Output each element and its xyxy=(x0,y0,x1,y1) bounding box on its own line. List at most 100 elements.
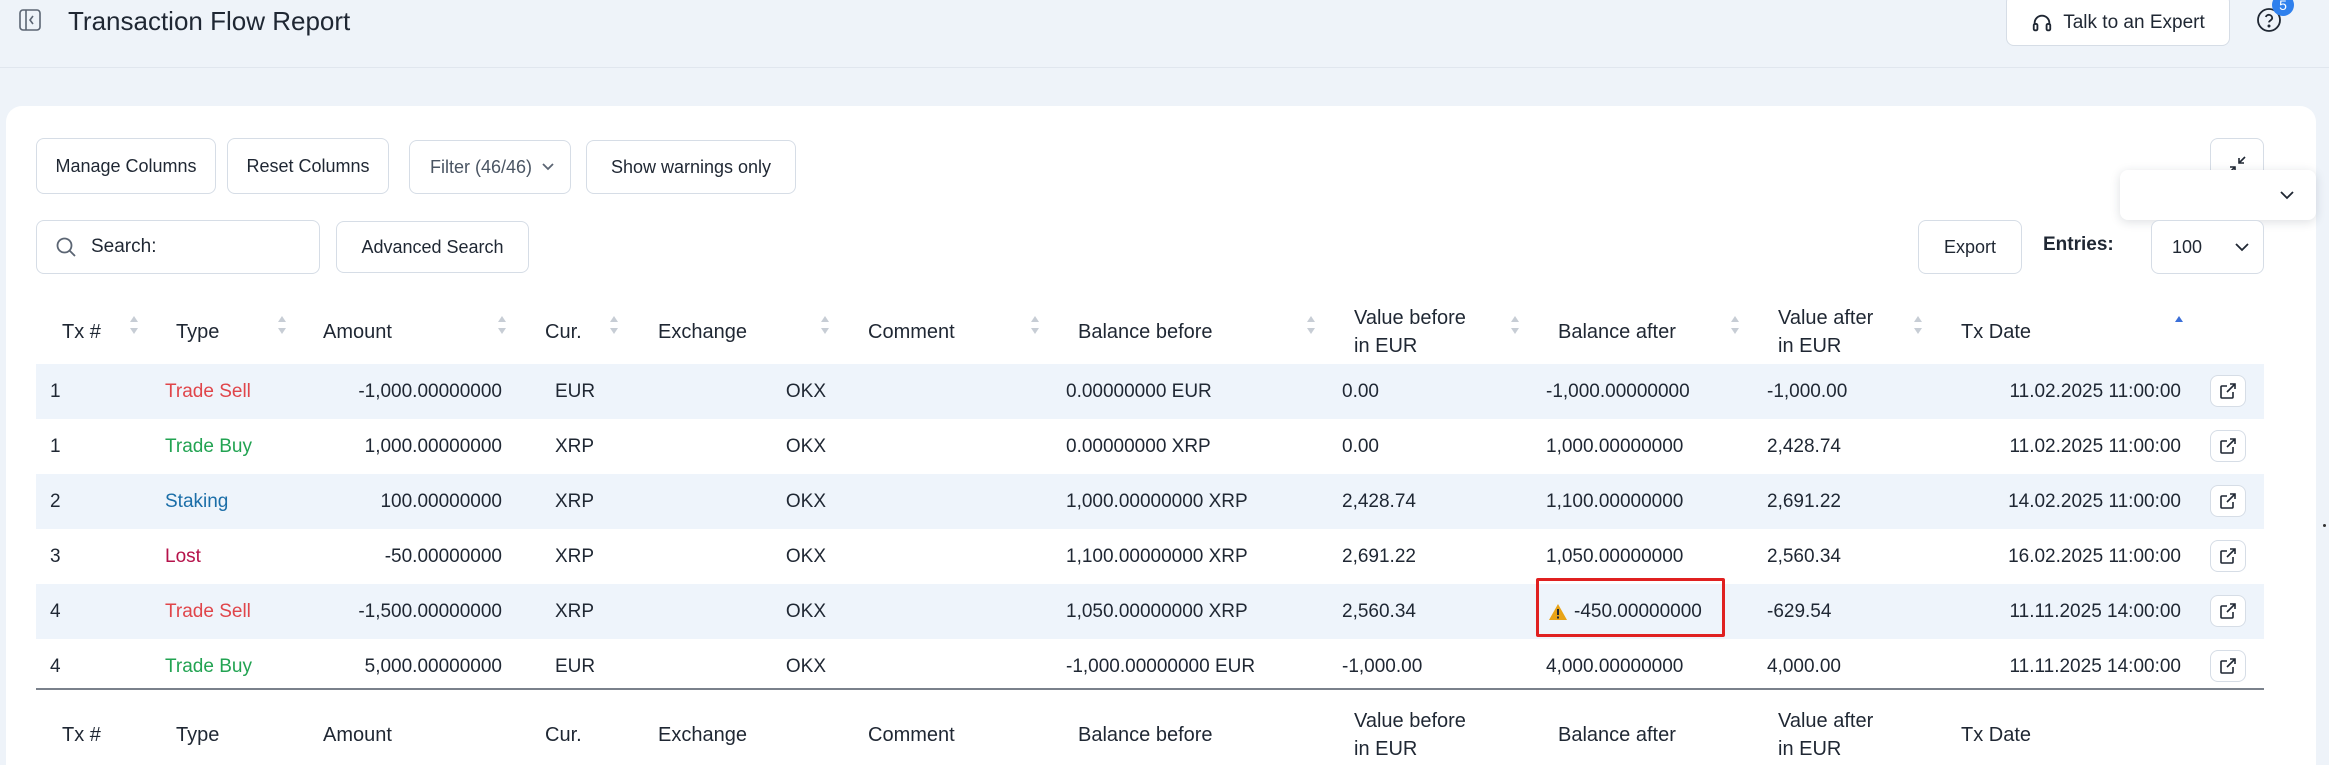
cell-balance-before-text: 0.00000000 XRP xyxy=(1066,435,1211,457)
col-header-type[interactable]: Type xyxy=(176,302,219,362)
cell-value-before: 0.00 xyxy=(1342,364,1522,419)
table-row: 1 Trade Buy 1,000.00000000 XRP OKX 0.00000000… xyxy=(36,419,2264,474)
cell-value-after-text: -1,000.00 xyxy=(1767,380,1848,402)
col-header-value-after[interactable]: Value after in EUR xyxy=(1778,302,1873,362)
cell-tx-date-text: 11.11.2025 14:00:00 xyxy=(2009,655,2181,677)
cell-value-before-text: -1,000.00 xyxy=(1342,655,1423,677)
open-transaction-button[interactable] xyxy=(2210,650,2246,682)
cell-value-before: 2,428.74 xyxy=(1342,474,1522,529)
cell-tx: 3 xyxy=(50,529,110,584)
external-link-icon xyxy=(2220,438,2236,454)
cell-value-before: -1,000.00 xyxy=(1342,639,1522,694)
col-header-balance-before[interactable]: Balance before xyxy=(1078,302,1213,362)
cell-tx-date: 14.02.2025 11:00:00 xyxy=(1936,474,2181,529)
cell-balance-after-text: -1,000.00000000 xyxy=(1546,380,1690,402)
sort-icon[interactable] xyxy=(277,314,287,336)
external-link-icon xyxy=(2220,658,2236,674)
manage-columns-button[interactable]: Manage Columns xyxy=(36,138,216,194)
sort-icon[interactable] xyxy=(1913,314,1923,336)
col-header-amount[interactable]: Amount xyxy=(323,302,392,362)
open-transaction-button[interactable] xyxy=(2210,485,2246,517)
col-header-exchange[interactable]: Exchange xyxy=(658,302,747,362)
footer-col-comment: Comment xyxy=(868,724,955,746)
external-link-icon xyxy=(2220,548,2236,564)
cell-value-after-text: 4,000.00 xyxy=(1767,655,1841,677)
sidebar-toggle-icon[interactable] xyxy=(18,8,42,32)
cell-comment xyxy=(868,529,1028,584)
cell-exchange: OKX xyxy=(716,529,826,584)
footer-col-exchange: Exchange xyxy=(658,724,747,746)
external-link-icon xyxy=(2220,383,2236,399)
talk-to-expert-label: Talk to an Expert xyxy=(2063,12,2205,33)
sort-asc-icon[interactable] xyxy=(2174,314,2184,336)
cell-amount: 100.00000000 xyxy=(286,474,502,529)
cell-tx-date: 11.02.2025 11:00:00 xyxy=(1936,419,2181,474)
cell-balance-before: 0.00000000 EUR xyxy=(1066,364,1316,419)
cell-tx-text: 4 xyxy=(50,655,61,677)
col-header-tx[interactable]: Tx # xyxy=(62,302,101,362)
export-button[interactable]: Export xyxy=(1918,220,2022,274)
col-header-tx-date[interactable]: Tx Date xyxy=(1961,302,2031,362)
cell-tx-text: 2 xyxy=(50,490,61,512)
search-box[interactable] xyxy=(36,220,320,274)
col-header-balance-after[interactable]: Balance after xyxy=(1558,302,1676,362)
cell-exchange-text: OKX xyxy=(785,435,826,457)
cell-balance-before: 0.00000000 XRP xyxy=(1066,419,1316,474)
cell-value-before: 2,560.34 xyxy=(1342,584,1522,639)
cell-type-text: Trade Buy xyxy=(165,435,252,457)
cell-amount: 1,000.00000000 xyxy=(286,419,502,474)
chevron-down-icon xyxy=(542,163,554,171)
table-header: Tx # Type Amount Cur. Exchange Comment B… xyxy=(36,302,2264,362)
external-link-icon xyxy=(2220,493,2236,509)
sort-icon[interactable] xyxy=(609,314,619,336)
open-transaction-button[interactable] xyxy=(2210,375,2246,407)
cell-tx-text: 1 xyxy=(50,435,61,457)
sort-icon[interactable] xyxy=(1510,314,1520,336)
cell-balance-after: 4,000.00000000 xyxy=(1546,639,1746,694)
footer-col-amount: Amount xyxy=(323,724,392,746)
open-transaction-button[interactable] xyxy=(2210,595,2246,627)
search-input[interactable] xyxy=(91,236,291,258)
page-title: Transaction Flow Report xyxy=(68,6,351,36)
cell-type-text: Trade Sell xyxy=(165,600,251,622)
cell-tx: 1 xyxy=(50,419,110,474)
search-icon xyxy=(56,237,76,257)
col-header-cur[interactable]: Cur. xyxy=(545,302,582,362)
cell-exchange-text: OKX xyxy=(785,600,826,622)
cell-comment xyxy=(868,584,1028,639)
reset-columns-button[interactable]: Reset Columns xyxy=(227,138,389,194)
cell-cur-text: EUR xyxy=(555,380,596,402)
cell-tx-date: 11.02.2025 11:00:00 xyxy=(1936,364,2181,419)
cell-type-text: Trade Sell xyxy=(165,380,251,402)
cell-tx: 4 xyxy=(50,584,110,639)
advanced-search-button[interactable]: Advanced Search xyxy=(336,221,529,273)
sort-icon[interactable] xyxy=(129,314,139,336)
cell-value-after: 4,000.00 xyxy=(1767,639,1917,694)
cell-balance-before: 1,050.00000000 XRP xyxy=(1066,584,1316,639)
sort-icon[interactable] xyxy=(1730,314,1740,336)
table-row: 1 Trade Sell -1,000.00000000 EUR OKX 0.000000… xyxy=(36,364,2264,419)
cell-cur-text: XRP xyxy=(555,435,595,457)
cell-cur-text: XRP xyxy=(555,545,595,567)
sort-icon[interactable] xyxy=(820,314,830,336)
open-transaction-button[interactable] xyxy=(2210,430,2246,462)
filter-dropdown[interactable]: Filter (46/46) xyxy=(409,140,571,194)
col-header-value-before[interactable]: Value before in EUR xyxy=(1354,302,1466,362)
entries-select[interactable]: 100 xyxy=(2151,220,2264,274)
sort-icon[interactable] xyxy=(497,314,507,336)
cell-value-after: 2,691.22 xyxy=(1767,474,1917,529)
top-bar: Transaction Flow Report Talk to an Exper… xyxy=(0,0,2329,68)
show-warnings-button[interactable]: Show warnings only xyxy=(586,140,796,194)
col-header-comment[interactable]: Comment xyxy=(868,302,955,362)
talk-to-expert-button[interactable]: Talk to an Expert xyxy=(2006,0,2230,46)
cell-balance-after: 1,100.00000000 xyxy=(1546,474,1746,529)
cell-comment xyxy=(868,364,1028,419)
cell-cur: XRP xyxy=(555,529,635,584)
column-dropdown[interactable] xyxy=(2120,170,2316,220)
cell-cur: XRP xyxy=(555,584,635,639)
cell-balance-after: -1,000.00000000 xyxy=(1546,364,1746,419)
sort-icon[interactable] xyxy=(1306,314,1316,336)
cell-balance-before: -1,000.00000000 EUR xyxy=(1066,639,1316,694)
open-transaction-button[interactable] xyxy=(2210,540,2246,572)
sort-icon[interactable] xyxy=(1030,314,1040,336)
